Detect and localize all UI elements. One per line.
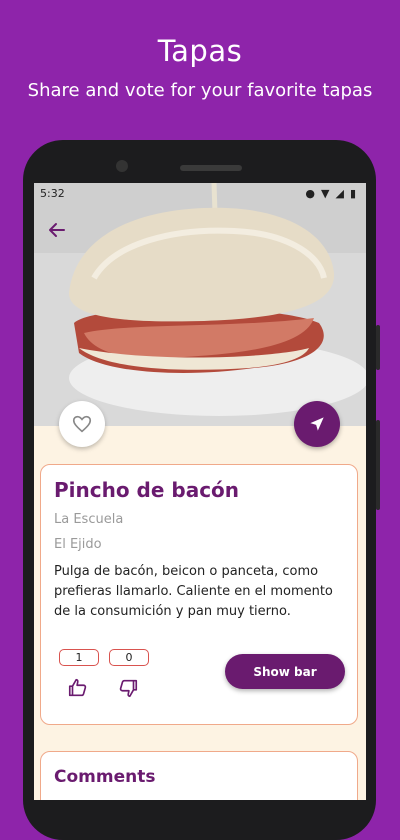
tapa-detail-card: Pincho de bacón La Escuela El Ejido Pulg… [40, 464, 358, 725]
phone-volume-button [376, 420, 380, 510]
back-button[interactable] [44, 217, 70, 243]
promo-subtitle: Share and vote for your favorite tapas [27, 80, 373, 101]
heart-icon [72, 415, 92, 433]
favorite-button[interactable] [59, 401, 105, 447]
likes-count: 1 [59, 649, 99, 666]
arrow-back-icon [49, 223, 65, 237]
comments-card: Comments [40, 751, 358, 800]
wifi-icon: ▼ [321, 187, 330, 200]
like-button[interactable] [67, 677, 89, 699]
thumb-up-icon [68, 678, 87, 697]
navigate-button[interactable] [294, 401, 340, 447]
status-icons: ● ▼ ◢ ▮ [305, 187, 356, 200]
phone-camera [116, 160, 128, 172]
status-time: 5:32 [40, 187, 65, 200]
thumb-down-icon [119, 679, 138, 698]
battery-icon: ▮ [349, 187, 356, 200]
phone-power-button [376, 325, 380, 370]
tapa-description: Pulga de bacón, beicon o panceta, como p… [54, 564, 333, 619]
show-bar-button[interactable]: Show bar [225, 654, 345, 689]
dislikes-count: 0 [109, 649, 149, 666]
app-screen: 5:32 ● ▼ ◢ ▮ Pincho de bacón La Escuela … [34, 183, 366, 800]
navigation-arrow-icon [310, 417, 324, 431]
tapa-photo: 5:32 ● ▼ ◢ ▮ [34, 183, 366, 426]
comments-title: Comments [54, 767, 156, 787]
town-name: El Ejido [54, 537, 102, 552]
signal-icon: ◢ [335, 187, 344, 200]
status-bar: 5:32 ● ▼ ◢ ▮ [34, 183, 366, 205]
tapa-photo-image [34, 183, 366, 426]
promo-title: Tapas [157, 34, 243, 68]
location-icon: ● [305, 187, 315, 200]
dislike-button[interactable] [117, 677, 139, 699]
bar-name: La Escuela [54, 512, 124, 527]
phone-speaker [180, 165, 242, 171]
tapa-name: Pincho de bacón [54, 478, 240, 502]
